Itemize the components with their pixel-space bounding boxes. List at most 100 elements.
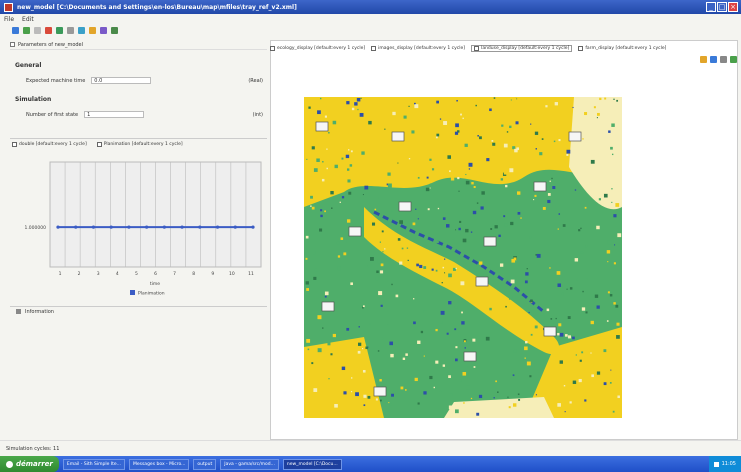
farm-marker[interactable]: [373, 386, 387, 397]
map-cell: [503, 215, 506, 218]
menu-edit[interactable]: Edit: [22, 16, 34, 23]
farm-marker[interactable]: [568, 131, 582, 142]
farm-marker[interactable]: [475, 276, 489, 287]
map-cell: [322, 327, 324, 329]
taskbar-item-messages[interactable]: Messages box - Micro...: [128, 458, 190, 470]
map-cell: [481, 191, 485, 195]
data-point: [180, 225, 184, 229]
map-cell: [545, 105, 548, 108]
farm-marker[interactable]: [463, 351, 477, 362]
farm-marker[interactable]: [391, 131, 405, 142]
farm-marker[interactable]: [398, 201, 412, 212]
tab-planimation[interactable]: Planimation [default:every 1 cycle]: [96, 142, 183, 147]
map-cell: [305, 235, 309, 239]
map-cell: [346, 101, 350, 105]
stop-icon[interactable]: [45, 27, 52, 34]
map-cell: [448, 375, 451, 379]
map-cell: [572, 106, 574, 109]
map-cell: [320, 209, 323, 212]
monitor-chart: 1.000000 1 2 3 4 5 6 7 8 9 10 11 time Planimation: [25, 161, 262, 297]
map-cell: [591, 374, 594, 378]
landuse-map[interactable]: [304, 97, 622, 418]
map-cell: [525, 340, 528, 344]
map-cell: [332, 333, 336, 338]
snapshot-icon[interactable]: [730, 56, 737, 63]
map-cell: [387, 183, 392, 188]
params-tab[interactable]: Parameters of new_model: [10, 40, 267, 50]
map-cell: [439, 320, 443, 324]
farm-marker[interactable]: [533, 181, 547, 192]
menu-file[interactable]: File: [4, 16, 14, 23]
settings-icon[interactable]: [67, 27, 74, 34]
farm-marker[interactable]: [543, 326, 557, 337]
tray-icon[interactable]: [713, 461, 719, 467]
maximize-button[interactable]: □: [717, 2, 727, 12]
map-cell: [460, 281, 465, 286]
map-cell: [465, 228, 469, 233]
x-tick-label: 4: [116, 271, 119, 277]
map-cell: [379, 241, 382, 243]
map-cell: [400, 386, 404, 390]
map-cell: [612, 410, 615, 413]
taskbar-item-output[interactable]: output: [193, 458, 217, 470]
tab-ecology-display[interactable]: ecology_display [default:every 1 cycle]: [270, 45, 365, 51]
map-cell: [359, 112, 364, 117]
step-icon[interactable]: [23, 27, 30, 34]
map-cell: [581, 351, 584, 354]
zoom-out-icon[interactable]: [710, 56, 717, 63]
reload-icon[interactable]: [56, 27, 63, 34]
map-cell: [436, 272, 440, 276]
close-button[interactable]: ×: [728, 2, 738, 12]
map-cell: [504, 223, 508, 227]
run-icon[interactable]: [12, 27, 19, 34]
tab-double[interactable]: double [default:every 1 cycle]: [12, 142, 87, 147]
information-panel[interactable]: Information: [10, 306, 267, 316]
map-cell: [596, 305, 600, 309]
map-cell: [448, 273, 452, 278]
map-cell: [586, 278, 588, 280]
zoom-in-icon[interactable]: [700, 56, 707, 63]
farm-marker[interactable]: [321, 301, 335, 312]
farm-marker[interactable]: [483, 236, 497, 247]
x-tick-label: 5: [135, 271, 138, 277]
map-cell: [309, 157, 313, 160]
map-cell: [455, 229, 457, 231]
tab-images-display[interactable]: images_display [default:every 1 cycle]: [371, 45, 465, 51]
map-cell: [609, 294, 613, 297]
monitor-icon[interactable]: [100, 27, 107, 34]
browse-icon[interactable]: [78, 27, 85, 34]
map-cell: [492, 322, 495, 326]
agents-icon[interactable]: [89, 27, 96, 34]
taskbar-item-java[interactable]: Java - gama/src/mod...: [220, 458, 279, 470]
map-cell: [412, 222, 416, 226]
tab-landuse-display[interactable]: landuse_display [default:every 1 cycle]: [471, 44, 573, 52]
tab-farm-display[interactable]: farm_display [default:every 1 cycle]: [578, 45, 666, 51]
farm-marker[interactable]: [348, 226, 362, 237]
map-cell: [603, 349, 607, 353]
fit-icon[interactable]: [720, 56, 727, 63]
y-tick-label: 1.000000: [25, 225, 47, 231]
map-cell: [358, 342, 362, 346]
map-cell: [510, 99, 512, 101]
map-cell: [574, 258, 579, 262]
taskbar-item-email[interactable]: Email - Sith Simple Ite...: [62, 458, 125, 470]
pause-icon[interactable]: [34, 27, 41, 34]
map-cell: [556, 271, 561, 275]
general-value-field[interactable]: 0.0: [91, 77, 152, 84]
start-button[interactable]: démarrer: [0, 456, 59, 472]
map-cell: [616, 99, 619, 102]
simulation-value-field[interactable]: 1: [84, 111, 145, 118]
map-cell: [508, 406, 511, 409]
map-cell: [506, 131, 509, 133]
minimize-button[interactable]: _: [706, 2, 716, 12]
map-cell: [304, 252, 307, 255]
farm-marker[interactable]: [315, 121, 329, 132]
data-point: [91, 225, 96, 229]
x-tick-labels: 1 2 3 4 5 6 7 8 9 10 11: [59, 271, 254, 277]
map-cell: [360, 97, 362, 99]
taskbar-item-new-model[interactable]: new_model [C:\Docu...: [282, 458, 342, 470]
map-cell: [454, 306, 458, 309]
map-cell: [572, 336, 575, 340]
map-cell: [507, 396, 509, 398]
layer-icon[interactable]: [111, 27, 118, 34]
